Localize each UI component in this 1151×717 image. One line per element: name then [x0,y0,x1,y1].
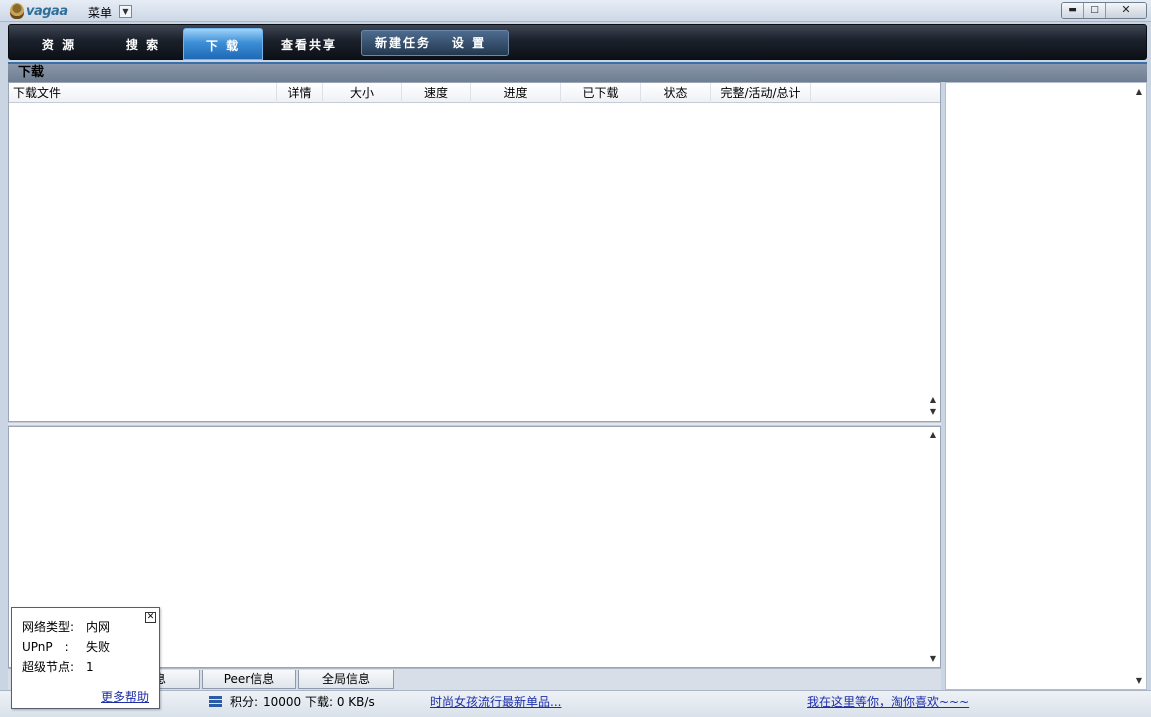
upnp-label: UPnP : [22,640,69,654]
vagaa-logo-icon [10,3,24,19]
tab-view-shares[interactable]: 查看共享 [269,28,349,60]
column-header-peers[interactable]: 完整/活动/总计 [711,83,811,103]
network-type-row: 网络类型: 内网 [22,619,110,635]
column-header-file[interactable]: 下载文件 [9,83,277,103]
title-bar: vagaa 菜单 ▼ ▬ □ ✕ [0,0,1151,22]
right-side-panel: ▲ ▼ [945,82,1147,690]
network-type-value: 内网 [86,620,111,634]
new-task-button[interactable]: 新建任务 [370,31,436,55]
minimize-button[interactable]: ▬ [1062,3,1084,18]
window-controls: ▬ □ ✕ [1061,2,1147,19]
column-header-progress[interactable]: 进度 [471,83,561,103]
column-header-details[interactable]: 详情 [277,83,323,103]
network-type-label: 网络类型: [22,620,75,634]
section-title: 下载 [8,62,1147,82]
scroll-up-icon[interactable]: ▲ [1132,86,1146,98]
scroll-down-icon[interactable]: ▼ [926,406,940,418]
settings-button[interactable]: 设 置 [442,31,496,55]
close-icon[interactable]: ✕ [145,612,156,623]
status-bar: 积分: 10000 下载: 0 KB/s 时尚女孩流行最新单品... 我在这里等… [0,690,1151,717]
column-header-status[interactable]: 状态 [641,83,711,103]
points-label: 积分: [230,695,259,709]
maximize-button[interactable]: □ [1084,3,1106,18]
download-list-body[interactable] [9,103,922,421]
super-node-value: 1 [86,660,94,674]
tab-resources[interactable]: 资 源 [19,28,99,60]
right-scrollbar[interactable]: ▲ ▼ [1132,83,1146,689]
tab-peer-info[interactable]: Peer信息 [202,670,296,689]
scroll-up-icon[interactable]: ▲ [926,429,940,441]
ad-link-promo[interactable]: 我在这里等你，淘你喜欢~~~ [807,694,969,710]
close-button[interactable]: ✕ [1106,3,1146,18]
app-logo: vagaa [10,2,68,20]
super-node-label: 超级节点: [22,660,75,674]
column-header-size[interactable]: 大小 [323,83,402,103]
tab-search[interactable]: 搜 索 [103,28,183,60]
tab-download[interactable]: 下 载 [183,28,263,60]
info-scrollbar[interactable]: ▲ ▼ [926,427,940,667]
upnp-row: UPnP : 失败 [22,639,110,655]
network-status-icon[interactable] [209,696,222,708]
list-scrollbar[interactable]: ▲ ▼ [926,391,940,421]
app-logo-text: vagaa [26,3,68,19]
nav-action-group: 新建任务 设 置 [361,30,509,56]
main-nav: 资 源 搜 索 下 载 查看共享 新建任务 设 置 [8,24,1147,60]
nav-frame: 资 源 搜 索 下 载 查看共享 新建任务 设 置 [0,22,1151,60]
download-speed: 下载: 0 KB/s [305,695,375,709]
super-node-row: 超级节点: 1 [22,659,94,675]
scroll-down-icon[interactable]: ▼ [1132,675,1146,687]
scroll-down-icon[interactable]: ▼ [926,653,940,665]
ad-link-fashion[interactable]: 时尚女孩流行最新单品... [430,694,561,710]
column-header-downloaded[interactable]: 已下载 [561,83,641,103]
list-header: 下载文件 详情 大小 速度 进度 已下载 状态 完整/活动/总计 [9,83,940,103]
more-help-link[interactable]: 更多帮助 [101,688,149,705]
points-value: 10000 [263,695,302,709]
column-header-speed[interactable]: 速度 [402,83,471,103]
menu-label[interactable]: 菜单 [88,4,112,21]
tab-global-info[interactable]: 全局信息 [298,670,394,689]
scroll-up-icon[interactable]: ▲ [926,394,940,406]
upnp-value: 失败 [86,640,111,654]
menu-dropdown-icon[interactable]: ▼ [119,5,132,18]
download-list-panel: 下载文件 详情 大小 速度 进度 已下载 状态 完整/活动/总计 ▲ ▼ [8,82,941,422]
network-info-popup: ✕ 网络类型: 内网 UPnP : 失败 超级节点: 1 更多帮助 [11,607,160,709]
